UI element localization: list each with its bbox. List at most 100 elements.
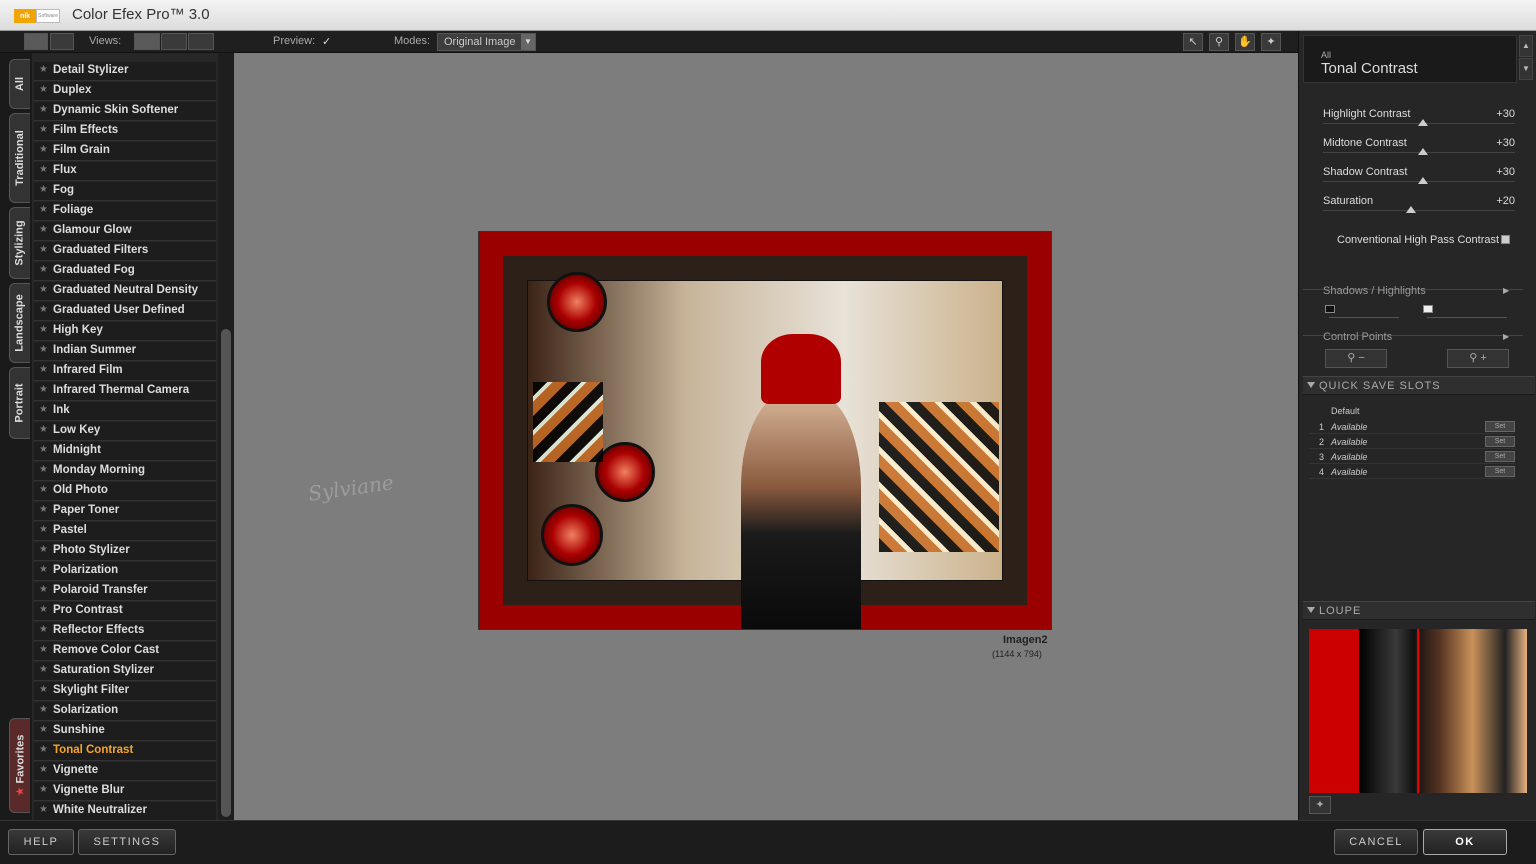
tab-landscape[interactable]: Landscape: [9, 283, 30, 363]
star-icon[interactable]: ★: [39, 764, 48, 775]
star-icon[interactable]: ★: [39, 484, 48, 495]
star-icon[interactable]: ★: [39, 504, 48, 515]
filter-item[interactable]: ★ Solarization: [34, 702, 216, 721]
star-icon[interactable]: ★: [39, 344, 48, 355]
filter-list-scrollbar[interactable]: [218, 53, 234, 820]
star-icon[interactable]: ★: [39, 184, 48, 195]
scrollbar-thumb[interactable]: [221, 329, 231, 817]
star-icon[interactable]: ★: [39, 204, 48, 215]
star-icon[interactable]: ★: [39, 684, 48, 695]
expand-arrow-icon[interactable]: ▶: [1503, 332, 1509, 341]
set-slot-button[interactable]: Set: [1485, 436, 1515, 447]
filter-item[interactable]: ★ Duplex: [34, 82, 216, 101]
star-icon[interactable]: ★: [39, 144, 48, 155]
star-icon[interactable]: ★: [39, 464, 48, 475]
pointer-tool-icon[interactable]: ↖: [1183, 33, 1203, 51]
star-icon[interactable]: ★: [39, 64, 48, 75]
star-icon[interactable]: ★: [39, 724, 48, 735]
star-icon[interactable]: ★: [39, 404, 48, 415]
ok-button[interactable]: OK: [1423, 829, 1507, 855]
filter-item[interactable]: ★ Flux: [34, 162, 216, 181]
star-icon[interactable]: ★: [39, 544, 48, 555]
expand-arrow-icon[interactable]: ▶: [1503, 286, 1509, 295]
filter-item[interactable]: ★ Indian Summer: [34, 342, 216, 361]
slider-shadow-contrast[interactable]: Shadow Contrast +30: [1323, 166, 1515, 194]
split-view-button[interactable]: [161, 33, 187, 50]
tab-stylizing[interactable]: Stylizing: [9, 207, 30, 279]
filter-item[interactable]: ★ Remove Color Cast: [34, 642, 216, 661]
quick-save-slot[interactable]: 2 Available Set: [1309, 435, 1515, 449]
star-icon[interactable]: ★: [39, 444, 48, 455]
star-icon[interactable]: ★: [39, 84, 48, 95]
slider-knob[interactable]: [1417, 148, 1428, 155]
filter-item[interactable]: ★ White Neutralizer: [34, 802, 216, 820]
tab-portrait[interactable]: Portrait: [9, 367, 30, 439]
star-icon[interactable]: ★: [39, 524, 48, 535]
side-by-side-view-button[interactable]: [188, 33, 214, 50]
quick-save-slot[interactable]: 1 Available Set: [1309, 420, 1515, 434]
control-points-label[interactable]: Control Points: [1323, 331, 1392, 343]
shadows-highlights-label[interactable]: Shadows / Highlights: [1323, 285, 1426, 297]
star-icon[interactable]: ★: [39, 804, 48, 815]
filter-item[interactable]: ★ Reflector Effects: [34, 622, 216, 641]
loupe-header[interactable]: LOUPE: [1303, 601, 1535, 620]
cancel-button[interactable]: CANCEL: [1334, 829, 1418, 855]
filter-item[interactable]: ★ Polaroid Transfer: [34, 582, 216, 601]
filter-item[interactable]: ★ Pastel: [34, 522, 216, 541]
star-icon[interactable]: ★: [39, 244, 48, 255]
settings-button[interactable]: SETTINGS: [78, 829, 176, 855]
star-icon[interactable]: ★: [39, 324, 48, 335]
filter-item[interactable]: ★ Skylight Filter: [34, 682, 216, 701]
filter-item[interactable]: ★ Vignette Blur: [34, 782, 216, 801]
list-view-icon[interactable]: [50, 33, 74, 50]
quick-save-header[interactable]: QUICK SAVE SLOTS: [1303, 376, 1535, 395]
quick-save-slot[interactable]: 4 Available Set: [1309, 465, 1515, 479]
remove-control-point-button[interactable]: ⚲ −: [1325, 349, 1387, 368]
set-slot-button[interactable]: Set: [1485, 466, 1515, 477]
filter-item[interactable]: ★ Polarization: [34, 562, 216, 581]
slider-knob[interactable]: [1417, 119, 1428, 126]
star-icon[interactable]: ★: [39, 124, 48, 135]
preview-checkbox[interactable]: ✓: [322, 35, 331, 48]
star-icon[interactable]: ★: [39, 664, 48, 675]
star-icon[interactable]: ★: [39, 224, 48, 235]
filter-item[interactable]: ★ Foliage: [34, 202, 216, 221]
filter-item[interactable]: ★ Infrared Film: [34, 362, 216, 381]
star-icon[interactable]: ★: [39, 364, 48, 375]
star-icon[interactable]: ★: [39, 704, 48, 715]
slider-saturation[interactable]: Saturation +20: [1323, 195, 1515, 223]
star-icon[interactable]: ★: [39, 624, 48, 635]
filter-item[interactable]: ★ Detail Stylizer: [34, 62, 216, 81]
star-icon[interactable]: ★: [39, 284, 48, 295]
filter-item[interactable]: ★ Film Effects: [34, 122, 216, 141]
set-slot-button[interactable]: Set: [1485, 451, 1515, 462]
slider-highlight-contrast[interactable]: Highlight Contrast +30: [1323, 108, 1515, 136]
loupe-view[interactable]: [1309, 629, 1527, 793]
star-icon[interactable]: ★: [39, 784, 48, 795]
star-icon[interactable]: ★: [39, 164, 48, 175]
filter-item[interactable]: ★ Tonal Contrast: [34, 742, 216, 761]
chevron-down-icon[interactable]: ▼: [1519, 58, 1533, 80]
default-slot[interactable]: Default: [1331, 406, 1360, 416]
slider-knob[interactable]: [1406, 206, 1417, 213]
filter-item[interactable]: ★ Graduated Neutral Density: [34, 282, 216, 301]
hand-tool-icon[interactable]: ✋: [1235, 33, 1255, 51]
image-view-icon[interactable]: [24, 33, 48, 50]
star-icon[interactable]: ★: [39, 104, 48, 115]
shadows-slider[interactable]: [1329, 317, 1399, 318]
high-pass-checkbox[interactable]: [1501, 235, 1510, 244]
tab-all[interactable]: All: [9, 59, 30, 109]
filter-item[interactable]: ★ Fog: [34, 182, 216, 201]
filter-item[interactable]: ★ Monday Morning: [34, 462, 216, 481]
quick-save-slot[interactable]: 3 Available Set: [1309, 450, 1515, 464]
tab-traditional[interactable]: Traditional: [9, 113, 30, 203]
modes-select[interactable]: Original Image ▼: [437, 33, 536, 51]
filter-item[interactable]: ★ Paper Toner: [34, 502, 216, 521]
star-icon[interactable]: ★: [39, 644, 48, 655]
star-icon[interactable]: ★: [39, 384, 48, 395]
star-icon[interactable]: ★: [39, 604, 48, 615]
highlights-slider[interactable]: [1427, 317, 1507, 318]
filter-item[interactable]: ★ Photo Stylizer: [34, 542, 216, 561]
filter-item[interactable]: ★ Graduated User Defined: [34, 302, 216, 321]
tab-favorites[interactable]: ★ Favorites: [9, 718, 30, 813]
